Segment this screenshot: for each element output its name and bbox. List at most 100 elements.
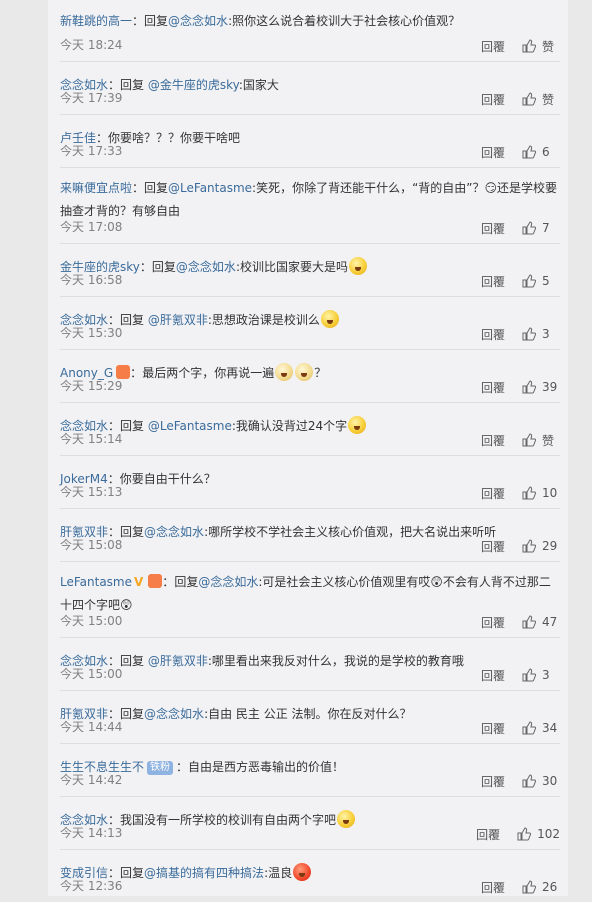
angry-face-icon xyxy=(293,863,312,881)
comment-body: :自由 民主 公正 法制。你在反对什么？ xyxy=(204,707,412,721)
comment-item: 来嘛便宜点啦：回复@LeFantasme:笑死，你除了背还能干什么，“背的自由”… xyxy=(60,167,560,243)
reply-button[interactable]: 回覆 xyxy=(476,826,500,843)
comment-author[interactable]: LeFantasme xyxy=(60,575,132,589)
thumbs-up-icon[interactable] xyxy=(522,433,536,447)
mention-link[interactable]: @肝氪双非 xyxy=(148,654,208,668)
comment-time: 今天 15:00 xyxy=(60,667,123,681)
comment-actions: 回覆 34 xyxy=(481,720,560,736)
like-count: 47 xyxy=(542,615,558,629)
mention-link[interactable]: @念念如水 xyxy=(144,525,204,539)
reply-button[interactable]: 回覆 xyxy=(481,144,505,161)
separator: ： xyxy=(139,260,152,274)
comment-actions: 回覆 29 xyxy=(481,538,560,554)
comment-time: 今天 15:30 xyxy=(60,326,123,340)
comment-item: Anony_G ：最后两个字，你再说一遍？ 今天 15:29 回覆 39 xyxy=(60,349,560,402)
comment-body: 你要啥？？？你要干啥吧 xyxy=(108,131,241,145)
comment-item: 念念如水：我国没有一所学校的校训有自由两个字吧 今天 14:13 回覆 102 xyxy=(60,796,560,849)
separator: ： xyxy=(162,575,175,589)
comment-item: 念念如水：回复 @金牛座的虎sky:国家大 今天 17:39 回覆 赞 xyxy=(60,61,560,114)
reply-prefix: 回复 xyxy=(151,260,176,274)
mention-link[interactable]: @念念如水 xyxy=(168,14,228,28)
mention-link[interactable]: @LeFantasme xyxy=(168,181,252,195)
comment-actions: 回覆 39 xyxy=(481,379,560,395)
reply-button[interactable]: 回覆 xyxy=(481,538,505,555)
comment-author[interactable]: 新鞋跳的高一 xyxy=(60,14,132,28)
thumbs-up-icon[interactable] xyxy=(522,39,536,53)
reply-button[interactable]: 回覆 xyxy=(481,273,505,290)
thumbs-up-icon[interactable] xyxy=(522,668,536,682)
comment-item: JokerM4：你要自由干什么？ 今天 15:13 回覆 10 xyxy=(60,455,560,508)
reply-button[interactable]: 回覆 xyxy=(481,773,505,790)
comment-actions: 回覆 30 xyxy=(481,773,560,789)
thumbs-up-icon[interactable] xyxy=(522,774,536,788)
thumbs-up-icon[interactable] xyxy=(522,721,536,735)
comment-body: :温良 xyxy=(264,866,293,880)
reply-prefix: 回复 xyxy=(144,14,169,28)
separator: ： xyxy=(176,760,189,774)
mention-link[interactable]: @念念如水 xyxy=(198,575,258,589)
reply-prefix: 回复 xyxy=(120,525,145,539)
comment-item: 念念如水：回复 @LeFantasme:我确认没背过24个字 今天 15:14 … xyxy=(60,402,560,455)
thumbs-up-icon[interactable] xyxy=(522,880,536,894)
reply-button[interactable]: 回覆 xyxy=(481,38,505,55)
thumbs-up-icon[interactable] xyxy=(517,827,532,841)
separator: ： xyxy=(132,14,145,28)
reply-button[interactable]: 回覆 xyxy=(481,91,505,108)
comment-actions: 回覆 赞 xyxy=(481,38,560,54)
thumbs-up-icon[interactable] xyxy=(522,539,536,553)
mention-link[interactable]: @金牛座的虎sky xyxy=(148,78,239,92)
reply-button[interactable]: 回覆 xyxy=(481,879,505,896)
reply-button[interactable]: 回覆 xyxy=(481,720,505,737)
reply-button[interactable]: 回覆 xyxy=(481,485,505,502)
reply-button[interactable]: 回覆 xyxy=(481,667,505,684)
reply-prefix: 回复 xyxy=(120,78,148,92)
comment-time: 今天 17:33 xyxy=(60,144,123,158)
reply-prefix: 回复 xyxy=(120,654,148,668)
reply-button[interactable]: 回覆 xyxy=(481,614,505,631)
mention-link[interactable]: @肝氪双非 xyxy=(148,313,208,327)
thumbs-up-icon[interactable] xyxy=(522,327,536,341)
thumbs-up-icon[interactable] xyxy=(522,145,536,159)
comment-actions: 回覆 赞 xyxy=(481,91,560,107)
comment-list: 新鞋跳的高一：回复@念念如水:照你这么说合着校训大于社会核心价值观？ 今天 18… xyxy=(60,0,560,902)
comment-item: 金牛座的虎sky：回复@念念如水:校训比国家要大是吗 今天 16:58 回覆 5 xyxy=(60,243,560,296)
like-count: 30 xyxy=(542,774,558,788)
thumbs-up-icon[interactable] xyxy=(522,92,536,106)
comment-author[interactable]: 来嘛便宜点啦 xyxy=(60,181,132,195)
thumbs-up-icon[interactable] xyxy=(522,221,536,235)
comment-time: 今天 15:14 xyxy=(60,432,123,446)
surprised-face-icon xyxy=(348,416,367,434)
reply-button[interactable]: 回覆 xyxy=(481,220,505,237)
reply-button[interactable]: 回覆 xyxy=(481,326,505,343)
like-count: 10 xyxy=(542,486,558,500)
mention-link[interactable]: @LeFantasme xyxy=(148,419,232,433)
like-count: 29 xyxy=(542,539,558,553)
comment-body: 我国没有一所学校的校训有自由两个字吧 xyxy=(120,813,337,827)
like-count: 赞 xyxy=(542,92,555,107)
comment-time: 今天 15:29 xyxy=(60,379,123,393)
separator: ： xyxy=(130,366,143,380)
thumbs-up-icon[interactable] xyxy=(522,380,536,394)
like-count: 5 xyxy=(542,274,550,288)
mention-link[interactable]: @念念如水 xyxy=(144,707,204,721)
comment-item: 生生不息生生不 铁粉 ：自由是西方恶毒输出的价值！ 今天 14:42 回覆 30 xyxy=(60,743,560,796)
comment-body: 最后两个字，你再说一遍 xyxy=(142,366,275,380)
comment-actions: 回覆 5 xyxy=(481,273,560,289)
comment-item: 念念如水：回复 @肝氪双非:思想政治课是校训么 今天 15:30 回覆 3 xyxy=(60,296,560,349)
comment-actions: 回覆 7 xyxy=(481,220,560,236)
mention-link[interactable]: @搞基的搞有四种搞法 xyxy=(144,866,264,880)
mention-link[interactable]: @念念如水 xyxy=(176,260,236,274)
reply-button[interactable]: 回覆 xyxy=(481,379,505,396)
thumbs-up-icon[interactable] xyxy=(522,486,536,500)
thumbs-up-icon[interactable] xyxy=(522,615,536,629)
comment-item: 肝氪双非：回复@念念如水:自由 民主 公正 法制。你在反对什么？ 今天 14:4… xyxy=(60,690,560,743)
thumbs-up-icon[interactable] xyxy=(522,274,536,288)
comment-body: :哪里看出来我反对什么，我说的是学校的教育哦 xyxy=(207,654,464,668)
comment-body: :哪所学校不学社会主义核心价值观，把大名说出来听听 xyxy=(204,525,497,539)
comment-time: 今天 16:58 xyxy=(60,273,123,287)
reply-prefix: 回复 xyxy=(120,866,145,880)
reply-button[interactable]: 回覆 xyxy=(481,432,505,449)
reply-prefix: 回复 xyxy=(144,181,169,195)
like-count: 102 xyxy=(537,827,560,841)
comment-actions: 回覆 3 xyxy=(481,326,560,342)
